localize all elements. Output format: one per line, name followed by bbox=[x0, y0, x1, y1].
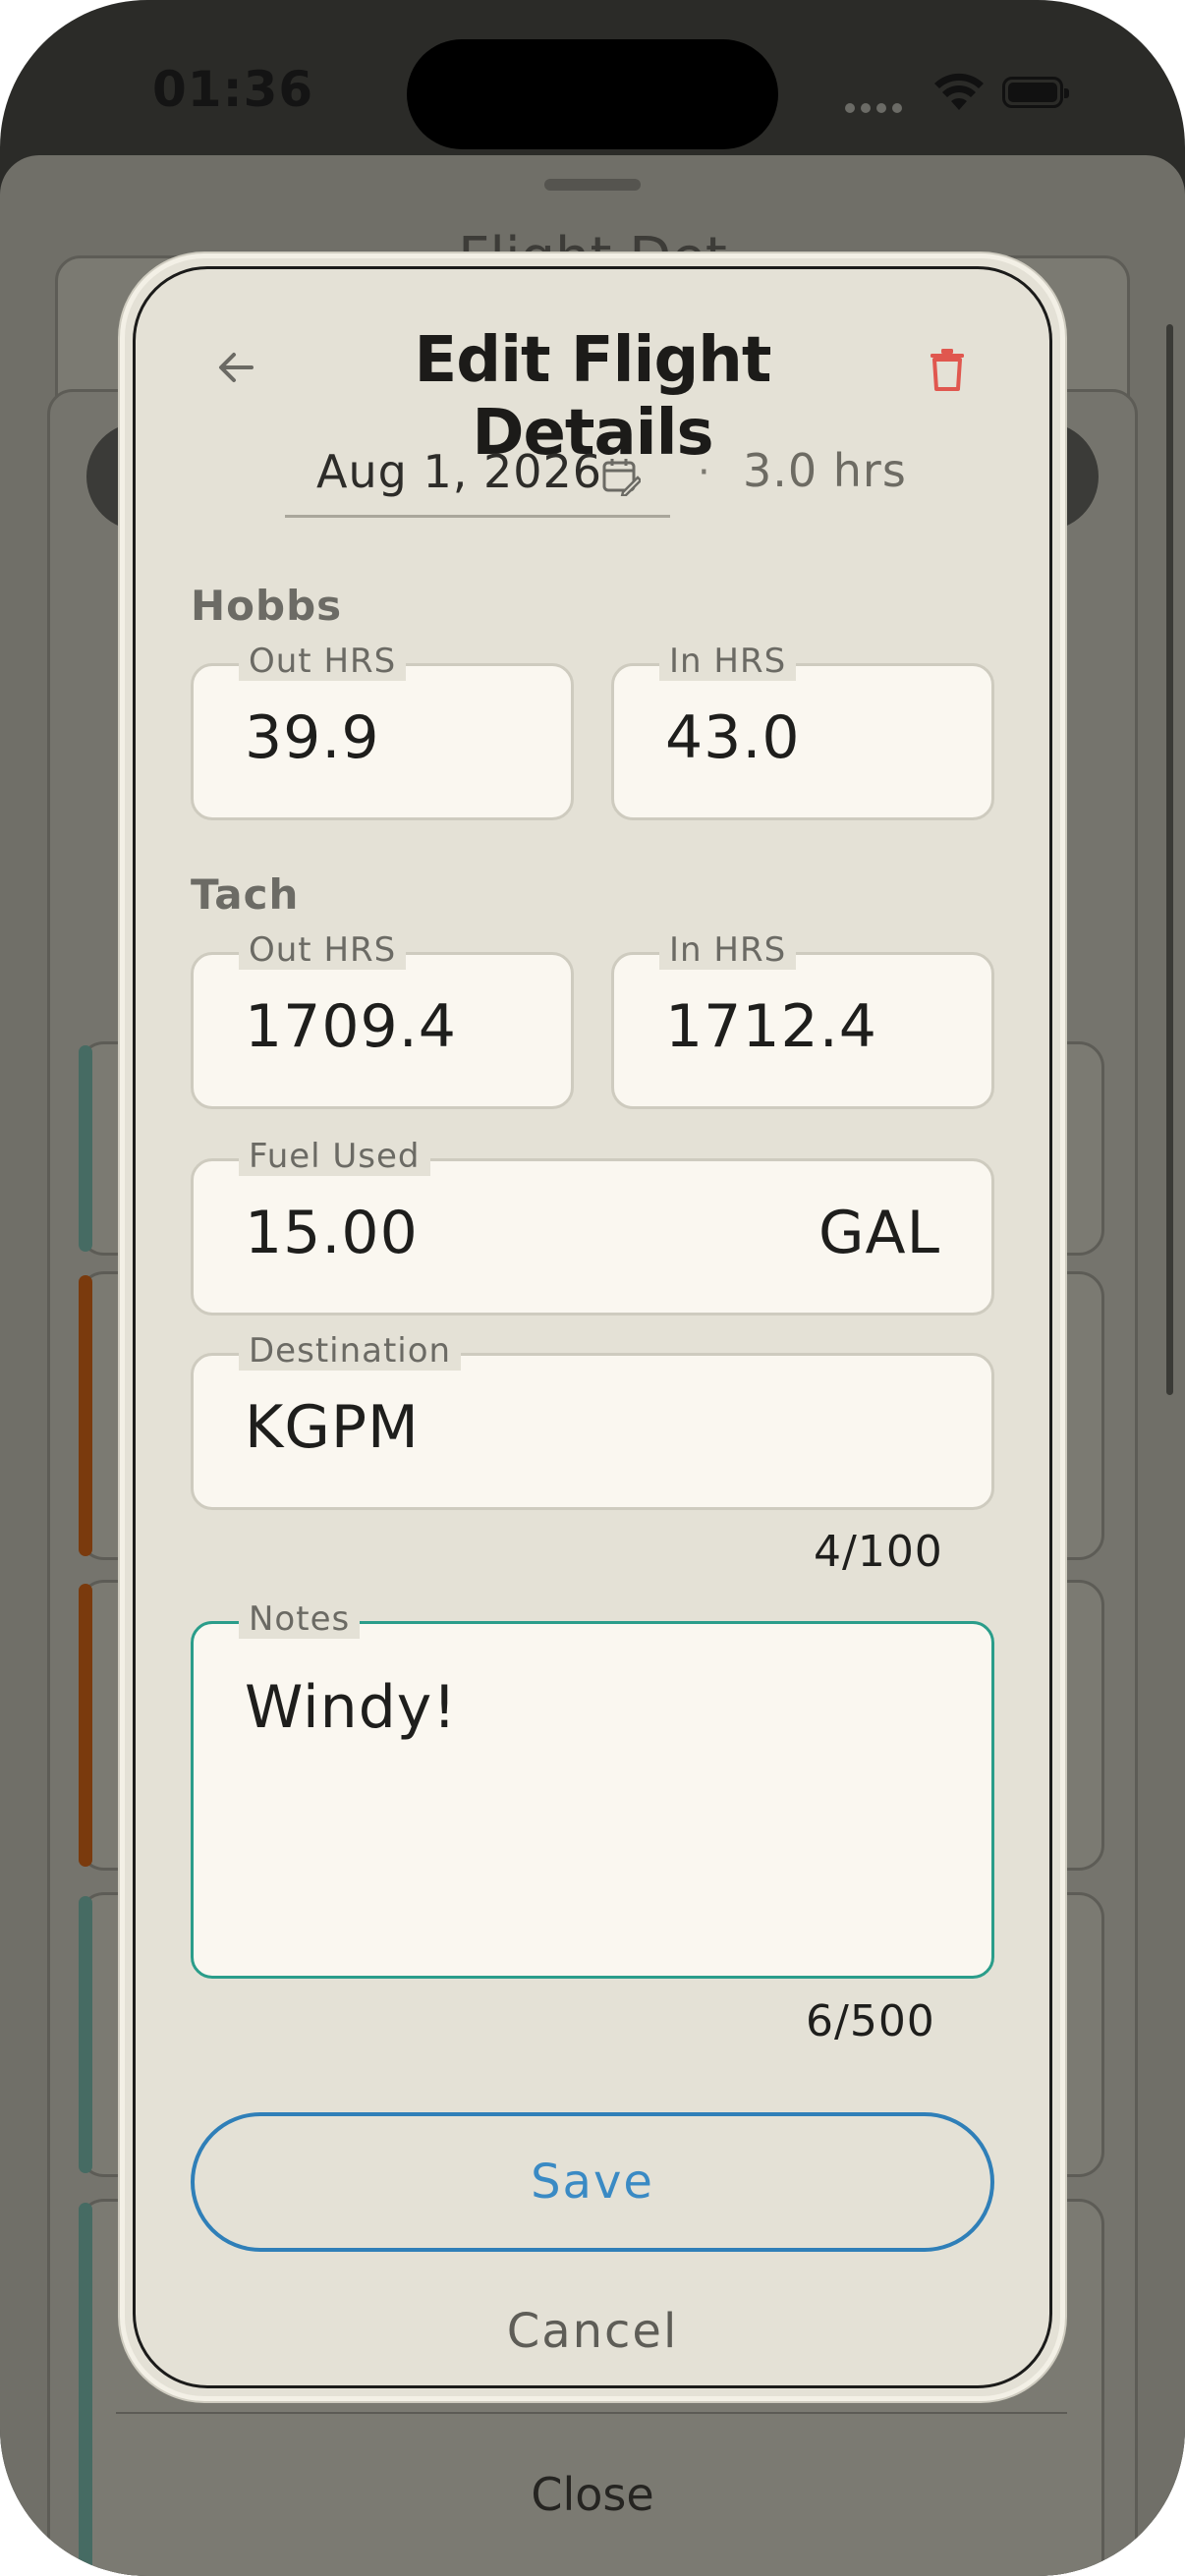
cellular-signal-icon bbox=[845, 98, 908, 113]
calendar-edit-icon bbox=[602, 459, 641, 496]
edit-flight-modal bbox=[120, 253, 1065, 2401]
field-label: Out HRS bbox=[239, 930, 407, 970]
sheet-grabber[interactable] bbox=[544, 179, 641, 191]
destination-char-counter: 4/100 bbox=[814, 1527, 943, 1577]
field-value: 15.00 bbox=[245, 1199, 419, 1267]
save-button[interactable]: Save bbox=[191, 2112, 994, 2252]
notes-field[interactable]: Notes Windy! bbox=[191, 1599, 994, 1979]
hobbs-section-label: Hobbs bbox=[191, 582, 343, 630]
field-value: 43.0 bbox=[665, 703, 801, 772]
date-picker-field[interactable]: Aug 1, 2026 bbox=[285, 437, 670, 518]
destination-field[interactable]: Destination KGPM bbox=[191, 1331, 994, 1510]
scroll-indicator[interactable] bbox=[1166, 324, 1173, 1395]
background-row-accent bbox=[79, 1896, 92, 2173]
field-label: In HRS bbox=[659, 930, 797, 970]
close-button[interactable]: Close bbox=[0, 2468, 1185, 2521]
field-label: Destination bbox=[239, 1331, 462, 1371]
tach-section-label: Tach bbox=[191, 870, 300, 919]
field-value: 1712.4 bbox=[665, 992, 877, 1061]
field-value: 1709.4 bbox=[245, 992, 457, 1061]
flight-duration: 3.0 hrs bbox=[743, 444, 907, 497]
field-value: 39.9 bbox=[245, 703, 380, 772]
field-label: Fuel Used bbox=[239, 1137, 430, 1176]
trash-icon[interactable] bbox=[928, 346, 967, 393]
tach-in-field[interactable]: In HRS 1712.4 bbox=[611, 930, 994, 1109]
status-time: 01:36 bbox=[152, 61, 314, 118]
arrow-left-icon[interactable] bbox=[214, 346, 257, 389]
wifi-icon bbox=[934, 73, 984, 110]
dynamic-island bbox=[407, 39, 778, 149]
fuel-used-field[interactable]: Fuel Used 15.00 GAL bbox=[191, 1137, 994, 1316]
separator-dot: · bbox=[698, 450, 710, 495]
cancel-button[interactable]: Cancel bbox=[191, 2304, 994, 2359]
hobbs-out-field[interactable]: Out HRS 39.9 bbox=[191, 642, 574, 820]
background-row-accent bbox=[79, 1275, 92, 1556]
field-label: Notes bbox=[239, 1599, 361, 1639]
background-row-accent bbox=[79, 1584, 92, 1867]
hobbs-in-field[interactable]: In HRS 43.0 bbox=[611, 642, 994, 820]
tach-out-field[interactable]: Out HRS 1709.4 bbox=[191, 930, 574, 1109]
flight-date: Aug 1, 2026 bbox=[316, 445, 603, 498]
notes-char-counter: 6/500 bbox=[806, 1996, 935, 2046]
field-label: In HRS bbox=[659, 642, 797, 681]
status-bar: 01:36 bbox=[0, 0, 1185, 157]
field-value: KGPM bbox=[245, 1393, 420, 1462]
battery-icon bbox=[1002, 77, 1069, 108]
field-label: Out HRS bbox=[239, 642, 407, 681]
phone-frame: Flight Det Close 01:36 bbox=[0, 0, 1185, 2576]
field-value: Windy! bbox=[245, 1673, 458, 1742]
background-row-accent bbox=[79, 1045, 92, 1252]
status-icons bbox=[845, 69, 1081, 118]
fuel-unit: GAL bbox=[818, 1199, 940, 1267]
close-divider bbox=[116, 2412, 1067, 2414]
